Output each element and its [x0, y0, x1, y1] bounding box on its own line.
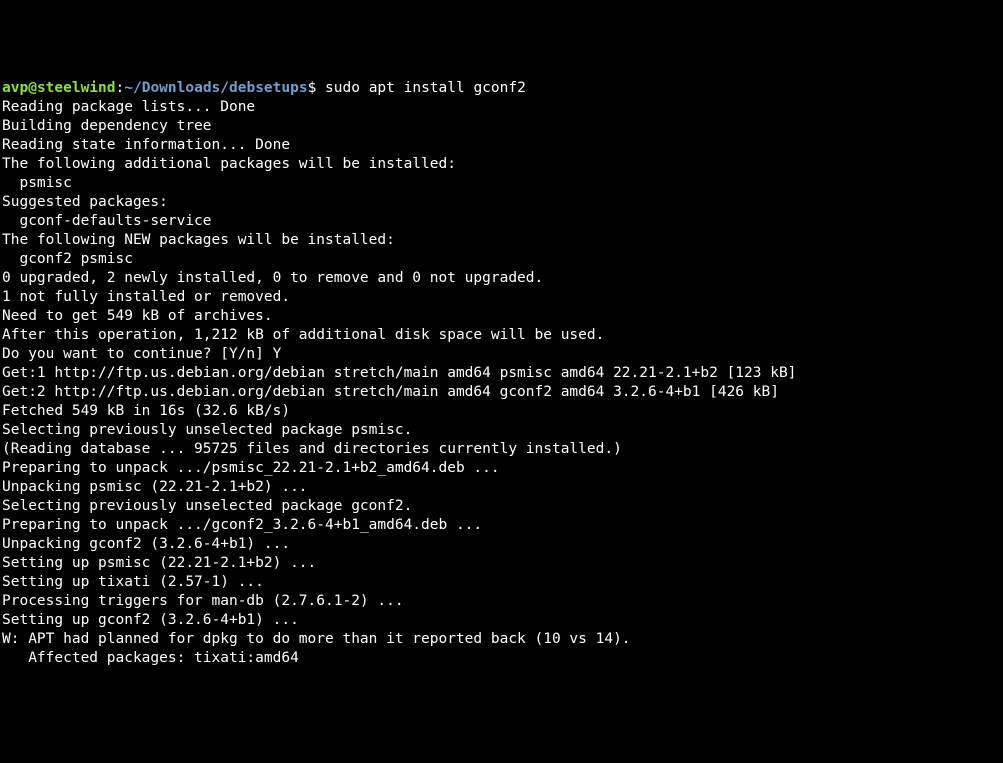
- prompt-dollar: $: [308, 80, 317, 96]
- output-line: Processing triggers for man-db (2.7.6.1-…: [2, 592, 1001, 611]
- output-line: Affected packages: tixati:amd64: [2, 649, 1001, 668]
- output-line: Setting up tixati (2.57-1) ...: [2, 573, 1001, 592]
- output-line: Fetched 549 kB in 16s (32.6 kB/s): [2, 402, 1001, 421]
- output-line: Get:2 http://ftp.us.debian.org/debian st…: [2, 383, 1001, 402]
- output-line: (Reading database ... 95725 files and di…: [2, 440, 1001, 459]
- output-line: 1 not fully installed or removed.: [2, 288, 1001, 307]
- output-line: The following additional packages will b…: [2, 155, 1001, 174]
- output-line: Reading state information... Done: [2, 136, 1001, 155]
- output-line: Setting up psmisc (22.21-2.1+b2) ...: [2, 554, 1001, 573]
- output-line: psmisc: [2, 174, 1001, 193]
- prompt-path: ~/Downloads/debsetups: [124, 80, 307, 96]
- output-line: W: APT had planned for dpkg to do more t…: [2, 630, 1001, 649]
- output-line: Reading package lists... Done: [2, 98, 1001, 117]
- output-line: Do you want to continue? [Y/n] Y: [2, 345, 1001, 364]
- output-line: Setting up gconf2 (3.2.6-4+b1) ...: [2, 611, 1001, 630]
- output-line: Get:1 http://ftp.us.debian.org/debian st…: [2, 364, 1001, 383]
- output-line: Selecting previously unselected package …: [2, 421, 1001, 440]
- prompt-colon: :: [116, 80, 125, 96]
- output-line: Unpacking psmisc (22.21-2.1+b2) ...: [2, 478, 1001, 497]
- terminal-output[interactable]: avp@steelwind:~/Downloads/debsetups$ sud…: [2, 79, 1001, 668]
- output-line: After this operation, 1,212 kB of additi…: [2, 326, 1001, 345]
- prompt-user: avp: [2, 80, 28, 96]
- prompt-line: avp@steelwind:~/Downloads/debsetups$ sud…: [2, 79, 1001, 98]
- output-line: Building dependency tree: [2, 117, 1001, 136]
- command-text: sudo apt install gconf2: [325, 80, 526, 96]
- prompt-at: @: [28, 80, 37, 96]
- output-line: gconf2 psmisc: [2, 250, 1001, 269]
- output-line: Need to get 549 kB of archives.: [2, 307, 1001, 326]
- output-line: Unpacking gconf2 (3.2.6-4+b1) ...: [2, 535, 1001, 554]
- prompt-host: steelwind: [37, 80, 116, 96]
- output-line: Selecting previously unselected package …: [2, 497, 1001, 516]
- output-line: The following NEW packages will be insta…: [2, 231, 1001, 250]
- output-line: Preparing to unpack .../psmisc_22.21-2.1…: [2, 459, 1001, 478]
- output-line: Preparing to unpack .../gconf2_3.2.6-4+b…: [2, 516, 1001, 535]
- output-line: 0 upgraded, 2 newly installed, 0 to remo…: [2, 269, 1001, 288]
- output-line: gconf-defaults-service: [2, 212, 1001, 231]
- output-line: Suggested packages:: [2, 193, 1001, 212]
